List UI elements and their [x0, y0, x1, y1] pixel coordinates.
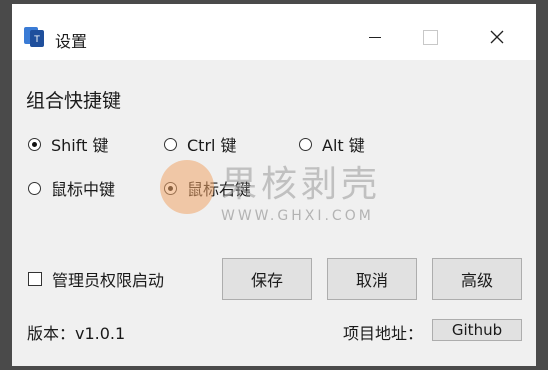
settings-window: T 设置 组合快捷键 Shift 键 Ctrl 键 Alt 键 鼠标中键 鼠标右… — [12, 4, 536, 366]
watermark-url: WWW.GHXI.COM — [221, 208, 374, 224]
radio-alt[interactable]: Alt 键 — [299, 133, 365, 155]
radio-label: 鼠标右键 — [187, 180, 252, 199]
radio-shift[interactable]: Shift 键 — [28, 133, 108, 155]
checkbox-indicator[interactable] — [28, 272, 42, 286]
close-icon — [490, 30, 504, 44]
radio-indicator[interactable] — [164, 137, 177, 151]
radio-label: 鼠标中键 — [51, 180, 116, 199]
maximize-icon — [422, 29, 438, 45]
app-icon: T — [24, 27, 44, 47]
radio-right-mouse[interactable]: 鼠标右键 — [164, 177, 251, 199]
github-button[interactable]: Github — [432, 319, 522, 341]
checkbox-label: 管理员权限启动 — [52, 271, 165, 290]
svg-text:T: T — [33, 35, 40, 45]
maximize-button[interactable] — [407, 22, 453, 52]
advanced-button[interactable]: 高级 — [432, 258, 522, 300]
radio-indicator[interactable] — [28, 181, 41, 195]
radio-indicator[interactable] — [164, 181, 177, 195]
version-label: 版本：v1.0.1 — [27, 324, 126, 343]
radio-label: Ctrl 键 — [187, 136, 237, 155]
project-address-label: 项目地址： — [343, 324, 424, 343]
minimize-button[interactable] — [352, 22, 398, 52]
radio-label: Shift 键 — [51, 136, 109, 155]
window-title: 设置 — [55, 32, 88, 51]
cancel-button[interactable]: 取消 — [327, 258, 417, 300]
minimize-icon — [369, 36, 381, 38]
radio-middle-mouse[interactable]: 鼠标中键 — [28, 177, 115, 199]
close-button[interactable] — [474, 22, 520, 52]
shortcut-section-title: 组合快捷键 — [26, 90, 122, 112]
title-bar[interactable]: T 设置 — [12, 4, 536, 60]
radio-label: Alt 键 — [322, 136, 365, 155]
radio-indicator[interactable] — [28, 137, 41, 151]
radio-indicator[interactable] — [299, 137, 312, 151]
save-button[interactable]: 保存 — [222, 258, 312, 300]
radio-ctrl[interactable]: Ctrl 键 — [164, 133, 237, 155]
admin-checkbox[interactable]: 管理员权限启动 — [28, 268, 164, 290]
